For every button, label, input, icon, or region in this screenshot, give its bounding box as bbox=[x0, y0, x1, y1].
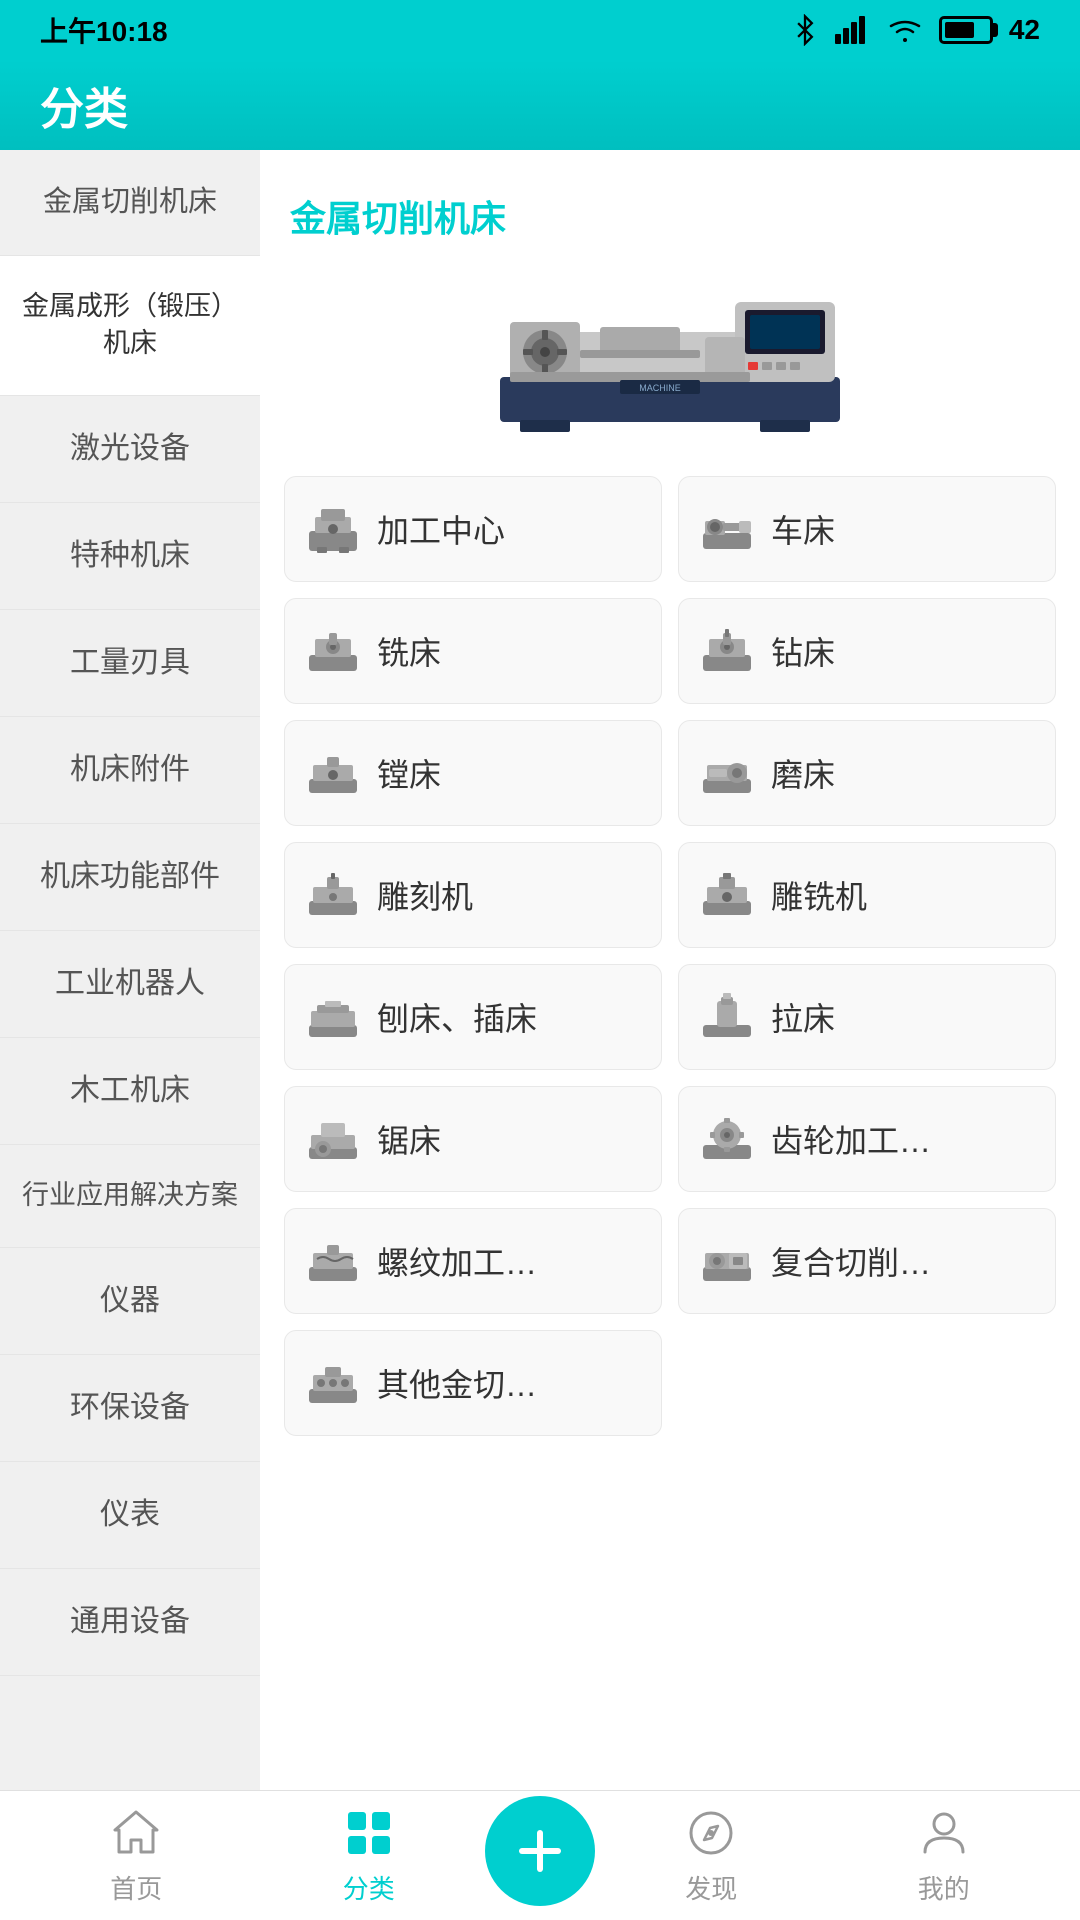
grid-placeholder bbox=[678, 1330, 1056, 1436]
sidebar-item-general[interactable]: 通用设备 bbox=[0, 1569, 260, 1676]
nav-item-add[interactable] bbox=[485, 1796, 595, 1916]
nav-discover-label: 发现 bbox=[685, 1869, 737, 1906]
nav-category-label: 分类 bbox=[343, 1869, 395, 1906]
grid-item-boring[interactable]: 镗床 bbox=[284, 720, 662, 826]
machine-illustration: MACHINE bbox=[490, 272, 850, 432]
lathe-icon bbox=[699, 501, 755, 557]
add-button[interactable] bbox=[485, 1796, 595, 1906]
grid-item-engraving-milling[interactable]: 雕铣机 bbox=[678, 842, 1056, 948]
sidebar-item-accessories[interactable]: 机床附件 bbox=[0, 717, 260, 824]
page-title: 分类 bbox=[40, 73, 128, 137]
grinding-icon bbox=[699, 745, 755, 801]
status-time: 上午10:18 bbox=[40, 10, 168, 50]
broaching-label: 拉床 bbox=[771, 994, 835, 1040]
battery-icon bbox=[939, 16, 993, 44]
nav-home-label: 首页 bbox=[110, 1869, 162, 1906]
sidebar-item-industry[interactable]: 行业应用解决方案 bbox=[0, 1145, 260, 1248]
sidebar-item-laser[interactable]: 激光设备 bbox=[0, 396, 260, 503]
milling-label: 铣床 bbox=[377, 628, 441, 674]
header: 分类 bbox=[0, 60, 1080, 150]
engraving-icon bbox=[305, 867, 361, 923]
home-icon bbox=[108, 1805, 164, 1861]
grid-item-thread[interactable]: 螺纹加工… bbox=[284, 1208, 662, 1314]
grid-item-milling[interactable]: 铣床 bbox=[284, 598, 662, 704]
thread-icon bbox=[305, 1233, 361, 1289]
compound-label: 复合切削… bbox=[771, 1238, 931, 1284]
sawing-icon bbox=[305, 1111, 361, 1167]
sidebar-item-instrument[interactable]: 仪器 bbox=[0, 1248, 260, 1355]
gear-processing-icon bbox=[699, 1111, 755, 1167]
other-icon bbox=[305, 1355, 361, 1411]
planing-label: 刨床、插床 bbox=[377, 994, 537, 1040]
engraving-milling-icon bbox=[699, 867, 755, 923]
nav-item-discover[interactable]: 发现 bbox=[595, 1805, 828, 1906]
nav-item-mine[interactable]: 我的 bbox=[828, 1805, 1061, 1906]
boring-icon bbox=[305, 745, 361, 801]
grid-item-gear[interactable]: 齿轮加工… bbox=[678, 1086, 1056, 1192]
grid-item-drilling[interactable]: 钻床 bbox=[678, 598, 1056, 704]
nav-item-home[interactable]: 首页 bbox=[20, 1805, 253, 1906]
gear-label: 齿轮加工… bbox=[771, 1116, 931, 1162]
sidebar-item-woodworking[interactable]: 木工机床 bbox=[0, 1038, 260, 1145]
status-bar: 上午10:18 42 bbox=[0, 0, 1080, 60]
milling-icon bbox=[305, 623, 361, 679]
grid-item-engraving[interactable]: 雕刻机 bbox=[284, 842, 662, 948]
lathe-label: 车床 bbox=[771, 506, 835, 552]
category-title: 金属切削机床 bbox=[280, 170, 1060, 252]
compound-icon bbox=[699, 1233, 755, 1289]
machining-center-label: 加工中心 bbox=[377, 506, 505, 552]
sidebar-item-metal-forming[interactable]: 金属成形（锻压）机床 bbox=[0, 256, 260, 397]
sidebar-item-special[interactable]: 特种机床 bbox=[0, 503, 260, 610]
engraving-milling-label: 雕铣机 bbox=[771, 872, 867, 918]
discover-icon bbox=[683, 1805, 739, 1861]
main-content: 金属切削机床 金属成形（锻压）机床 激光设备 特种机床 工量刃具 机床附件 机床… bbox=[0, 150, 1080, 1830]
grid-item-compound[interactable]: 复合切削… bbox=[678, 1208, 1056, 1314]
grid-item-sawing[interactable]: 锯床 bbox=[284, 1086, 662, 1192]
other-label: 其他金切… bbox=[377, 1360, 537, 1406]
bluetooth-icon bbox=[791, 14, 819, 46]
boring-label: 镗床 bbox=[377, 750, 441, 796]
sidebar-item-robot[interactable]: 工业机器人 bbox=[0, 931, 260, 1038]
machining-center-icon bbox=[305, 501, 361, 557]
sidebar-item-tools[interactable]: 工量刃具 bbox=[0, 610, 260, 717]
svg-text:MACHINE: MACHINE bbox=[639, 383, 681, 393]
grid-item-planing[interactable]: 刨床、插床 bbox=[284, 964, 662, 1070]
bottom-nav: 首页 分类 发现 bbox=[0, 1790, 1080, 1920]
mine-icon bbox=[916, 1805, 972, 1861]
thread-label: 螺纹加工… bbox=[377, 1238, 537, 1284]
sidebar-item-metal-cutting[interactable]: 金属切削机床 bbox=[0, 150, 260, 256]
grid-item-grinding[interactable]: 磨床 bbox=[678, 720, 1056, 826]
drilling-icon bbox=[699, 623, 755, 679]
grid-item-other[interactable]: 其他金切… bbox=[284, 1330, 662, 1436]
drilling-label: 钻床 bbox=[771, 628, 835, 674]
engraving-label: 雕刻机 bbox=[377, 872, 473, 918]
category-icon bbox=[341, 1805, 397, 1861]
wifi-icon bbox=[887, 16, 923, 44]
nav-mine-label: 我的 bbox=[918, 1869, 970, 1906]
sidebar-item-functional[interactable]: 机床功能部件 bbox=[0, 824, 260, 931]
sidebar: 金属切削机床 金属成形（锻压）机床 激光设备 特种机床 工量刃具 机床附件 机床… bbox=[0, 150, 260, 1830]
grid-item-lathe[interactable]: 车床 bbox=[678, 476, 1056, 582]
grid-item-broaching[interactable]: 拉床 bbox=[678, 964, 1056, 1070]
featured-image: MACHINE bbox=[280, 252, 1060, 452]
battery-level: 42 bbox=[1009, 14, 1040, 46]
status-right: 42 bbox=[791, 14, 1040, 46]
broaching-icon bbox=[699, 989, 755, 1045]
nav-item-category[interactable]: 分类 bbox=[253, 1805, 486, 1906]
sidebar-item-env[interactable]: 环保设备 bbox=[0, 1355, 260, 1462]
signal-icon bbox=[835, 16, 871, 44]
planing-icon bbox=[305, 989, 361, 1045]
grid-container: 加工中心 车床 bbox=[280, 472, 1060, 1440]
right-content: 金属切削机床 bbox=[260, 150, 1080, 1830]
sidebar-item-meter[interactable]: 仪表 bbox=[0, 1462, 260, 1569]
grid-item-machining-center[interactable]: 加工中心 bbox=[284, 476, 662, 582]
grinding-label: 磨床 bbox=[771, 750, 835, 796]
sawing-label: 锯床 bbox=[377, 1116, 441, 1162]
